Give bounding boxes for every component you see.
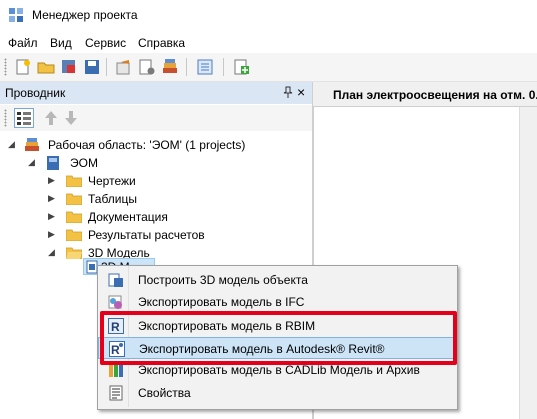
menu-view[interactable]: Вид [50,36,72,50]
add-document-icon[interactable] [233,58,251,76]
collapsed-arrow-icon[interactable]: ▶ [48,211,55,222]
menu-file[interactable]: Файл [8,36,38,50]
highlight-frame [100,311,457,365]
menu-label: Построить 3D модель объекта [138,273,308,287]
arrow-down-icon[interactable] [64,110,78,126]
tree-node-project[interactable]: ◢ ЭОМ [0,154,312,172]
tree-node-folder[interactable]: ▶ Результаты расчетов [0,226,312,244]
pin-icon[interactable] [283,86,293,101]
build-3d-icon [108,273,123,287]
tree-view-icon[interactable] [14,108,34,128]
menu-properties[interactable]: Свойства [98,382,455,404]
menu-bar: Файл Вид Сервис Справка [0,31,537,53]
tree-node-folder[interactable]: ▶ Чертежи [0,172,312,190]
tree-node-folder[interactable]: ▶ Таблицы [0,190,312,208]
folder-icon [66,193,82,205]
folder-icon [66,211,82,223]
folder-label: Чертежи [88,174,136,188]
toolbar-separator [223,58,224,76]
save-icon[interactable] [83,58,101,76]
menu-label: Экспортировать модель в CADLib Модель и … [138,363,420,377]
folder-icon [66,175,82,187]
folder-label: Документация [88,210,168,224]
explorer-title: Проводник [5,86,66,100]
menu-service[interactable]: Сервис [85,36,126,50]
collapsed-arrow-icon[interactable]: ▶ [48,229,55,240]
vertical-scrollbar[interactable] [519,107,537,419]
open-folder-icon[interactable] [37,58,55,76]
explorer-toolbar [0,105,312,131]
app-icon [9,8,23,22]
toolbar-separator [186,58,187,76]
menu-export-ifc[interactable]: Экспортировать модель в IFC [98,291,455,313]
stack-icon[interactable] [161,58,179,76]
collapsed-arrow-icon[interactable]: ▶ [48,175,55,186]
project-label: ЭОМ [70,156,98,170]
expanded-arrow-icon[interactable]: ◢ [8,139,15,150]
tree-node-folder-3d-model[interactable]: ◢ 3D Модель [0,244,312,262]
folder-label: Таблицы [88,192,138,206]
menu-label: Экспортировать модель в IFC [138,295,305,309]
collapsed-arrow-icon[interactable]: ▶ [48,193,55,204]
toolbar-separator [106,58,107,76]
edit-icon[interactable] [115,58,133,76]
menu-help[interactable]: Справка [138,36,185,50]
workspace-label: Рабочая область: 'ЭОМ' (1 projects) [48,138,246,152]
expanded-arrow-icon[interactable]: ◢ [28,157,35,168]
menu-label: Свойства [138,386,191,400]
arrow-up-icon[interactable] [44,110,58,126]
menu-build-3d-model[interactable]: Построить 3D модель объекта [98,269,455,291]
folder-icon [66,229,82,241]
document-title: План электроосвещения на отм. 0.0 [333,88,537,102]
workspace-icon [25,138,39,151]
new-icon[interactable] [14,58,32,76]
properties-icon [109,385,123,401]
structure-icon[interactable] [196,58,214,76]
close-project-icon[interactable] [60,58,78,76]
project-icon [47,156,59,170]
toolbar-grip[interactable] [4,58,7,76]
window-title: Менеджер проекта [32,8,138,22]
expanded-arrow-icon[interactable]: ◢ [48,247,55,258]
close-icon[interactable]: × [297,84,305,100]
open-folder-icon [66,247,82,259]
tree-node-workspace[interactable]: ◢ Рабочая область: 'ЭОМ' (1 projects) [0,136,312,154]
export-ifc-icon [108,295,122,309]
toolbar-grip[interactable] [4,109,7,127]
main-toolbar [0,53,537,82]
folder-label: Результаты расчетов [88,228,205,242]
document-settings-icon[interactable] [138,58,156,76]
tree-node-folder[interactable]: ▶ Документация [0,208,312,226]
